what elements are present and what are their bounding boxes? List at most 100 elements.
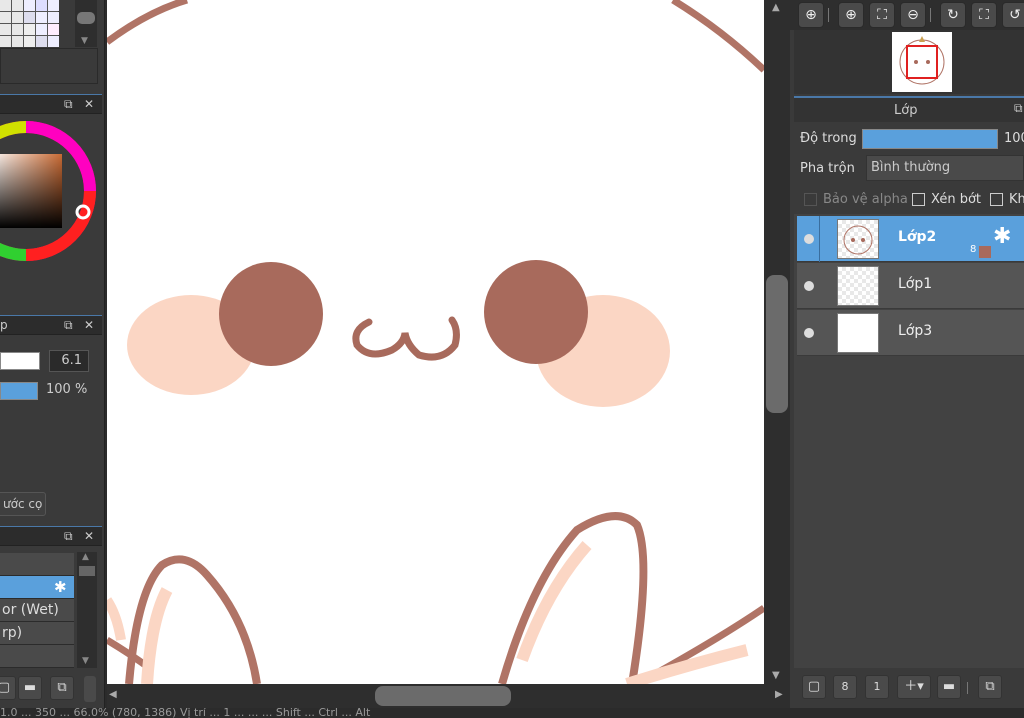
layer-thumbnail	[837, 219, 879, 259]
brush-size-value[interactable]: 6.1	[49, 350, 89, 372]
add-layer-icon[interactable]: ＋▾	[897, 675, 931, 699]
close-icon[interactable]: ✕	[84, 97, 94, 111]
layer-color-chip	[979, 246, 991, 258]
brush-item[interactable]	[0, 553, 74, 576]
new-layer-icon[interactable]: ▢	[802, 675, 826, 699]
layer-panel-title: Lớp	[894, 103, 918, 118]
toolbar-divider	[967, 682, 968, 694]
popout-icon[interactable]: ⧉	[1014, 101, 1023, 116]
layer-opacity-slider[interactable]	[862, 129, 998, 149]
visibility-icon[interactable]	[804, 281, 814, 291]
scroll-up-icon[interactable]: ▲	[772, 2, 780, 13]
fit-icon[interactable]: ⛶	[869, 2, 895, 28]
duplicate-icon[interactable]: ⧉	[50, 676, 74, 700]
scroll-thumb[interactable]	[375, 686, 511, 706]
scroll-right-icon[interactable]: ▶	[775, 689, 783, 700]
brush-panel-header: p ⧉ ✕	[0, 315, 102, 335]
layer-row[interactable]: Lớp1	[797, 263, 1024, 309]
layer-list: Lớp2 8 ✱ Lớp1 Lớp3	[794, 214, 1024, 678]
folder-icon[interactable]: ▬	[937, 675, 961, 699]
brush-item[interactable]: rp)	[0, 622, 74, 645]
protect-alpha-label: Bảo vệ alpha	[823, 192, 908, 207]
swatch-area	[0, 48, 98, 84]
new-1bit-layer-icon[interactable]: 1	[865, 675, 889, 699]
scroll-left-icon[interactable]: ◀	[109, 689, 117, 700]
canvas-horizontal-scrollbar[interactable]: ◀ ▶	[107, 684, 790, 708]
visibility-icon[interactable]	[804, 328, 814, 338]
gear-icon[interactable]: ✱	[54, 576, 67, 598]
new-brush-icon[interactable]: ▢	[0, 676, 16, 700]
scroll-thumb[interactable]	[79, 566, 95, 576]
visibility-icon[interactable]	[804, 234, 814, 244]
layer-toolbar: ▢ 8 1 ＋▾ ▬ ⧉	[790, 668, 1024, 708]
popout-icon[interactable]: ⧉	[64, 318, 73, 333]
blend-mode-select[interactable]: Bình thường	[866, 155, 1024, 181]
scroll-down-icon[interactable]: ▼	[772, 670, 780, 681]
more-button[interactable]	[84, 676, 96, 702]
close-icon[interactable]: ✕	[84, 529, 94, 543]
brush-list-header: ⧉ ✕	[0, 526, 102, 546]
brush-list-scrollbar[interactable]: ▲ ▼	[77, 552, 97, 668]
color-swatch-grid[interactable]	[0, 0, 59, 47]
drawing-canvas[interactable]	[107, 0, 764, 684]
layer-name: Lớp2	[898, 229, 937, 245]
scroll-down-icon[interactable]: ▼	[82, 656, 89, 666]
brush-opacity-slider[interactable]	[0, 382, 38, 400]
zoom-out-icon[interactable]: ⊖	[900, 2, 926, 28]
reset-icon[interactable]: ↺	[1002, 2, 1024, 28]
scroll-thumb[interactable]	[766, 275, 788, 413]
zoom-icon[interactable]: ⊕	[798, 2, 824, 28]
rotate-icon[interactable]: ↻	[940, 2, 966, 28]
clipping-label: Xén bớt	[931, 192, 981, 207]
blend-mode-label: Pha trộn	[800, 161, 855, 176]
navigator-panel	[794, 30, 1024, 94]
scroll-thumb[interactable]	[77, 12, 95, 24]
brush-size-button[interactable]: ước cọ	[0, 492, 46, 516]
layer-row-selected[interactable]: Lớp2 8 ✱	[797, 216, 1024, 262]
layer-bit-badge: 8	[970, 244, 977, 255]
brush-opacity-value: 100 %	[46, 382, 88, 397]
clipping-checkbox[interactable]	[912, 193, 925, 206]
folder-icon[interactable]: ▬	[18, 676, 42, 700]
brush-panel-title: p	[0, 318, 8, 332]
layer-opacity-value: 100	[1004, 131, 1024, 146]
popout-icon[interactable]: ⧉	[64, 529, 73, 544]
color-panel-header: ⧉ ✕	[0, 94, 102, 114]
thumbnail-artwork	[899, 36, 945, 85]
duplicate-icon[interactable]: ⧉	[978, 675, 1002, 699]
layer-thumbnail-art	[843, 225, 873, 255]
swatch-scrollbar[interactable]: ▼	[75, 0, 97, 47]
fullscreen-icon[interactable]: ⛶	[971, 2, 997, 28]
new-8bit-layer-icon[interactable]: 8	[833, 675, 857, 699]
layer-panel-header: Lớp ⧉	[794, 96, 1024, 122]
scroll-down-icon[interactable]: ▼	[81, 36, 88, 46]
canvas-vertical-scrollbar[interactable]: ▲ ▼	[764, 0, 790, 684]
layer-thumbnail	[837, 266, 879, 306]
brush-item[interactable]	[0, 645, 74, 668]
layer-name: Lớp3	[898, 323, 933, 339]
brush-item-selected[interactable]: ✱	[0, 576, 74, 599]
layer-divider	[819, 216, 820, 262]
navigator-toolbar: ⊕ ⊕ ⛶ ⊖ ↻ ⛶ ↺	[790, 0, 1024, 30]
lock-label: Kh	[1009, 192, 1024, 207]
navigator-thumbnail[interactable]	[892, 32, 952, 92]
lock-checkbox[interactable]	[990, 193, 1003, 206]
layer-thumbnail	[837, 313, 879, 353]
toolbar-divider	[828, 8, 829, 22]
layer-opacity-label: Độ trong	[800, 131, 857, 146]
color-wheel[interactable]	[0, 118, 98, 264]
artwork	[107, 0, 764, 684]
scroll-up-icon[interactable]: ▲	[82, 552, 89, 562]
left-dock: ▼ ⧉ ✕ p ⧉ ✕ 6.1 100 % ước cọ ⧉ ✕ ✱ or (W…	[0, 0, 105, 718]
close-icon[interactable]: ✕	[84, 318, 94, 332]
brush-item[interactable]: or (Wet)	[0, 599, 74, 622]
status-bar: 1.0 ... 350 ... 66.0% (780, 1386) Vị trí…	[0, 708, 1024, 718]
protect-alpha-checkbox[interactable]	[804, 193, 817, 206]
layer-row[interactable]: Lớp3	[797, 310, 1024, 356]
gear-icon[interactable]: ✱	[993, 224, 1011, 249]
popout-icon[interactable]: ⧉	[64, 97, 73, 112]
right-dock: ⊕ ⊕ ⛶ ⊖ ↻ ⛶ ↺ Lớp ⧉ Độ trong 100 Pha trộ…	[790, 0, 1024, 708]
zoom-in-icon[interactable]: ⊕	[838, 2, 864, 28]
brush-size-slider[interactable]	[0, 352, 40, 370]
toolbar-divider	[930, 8, 931, 22]
